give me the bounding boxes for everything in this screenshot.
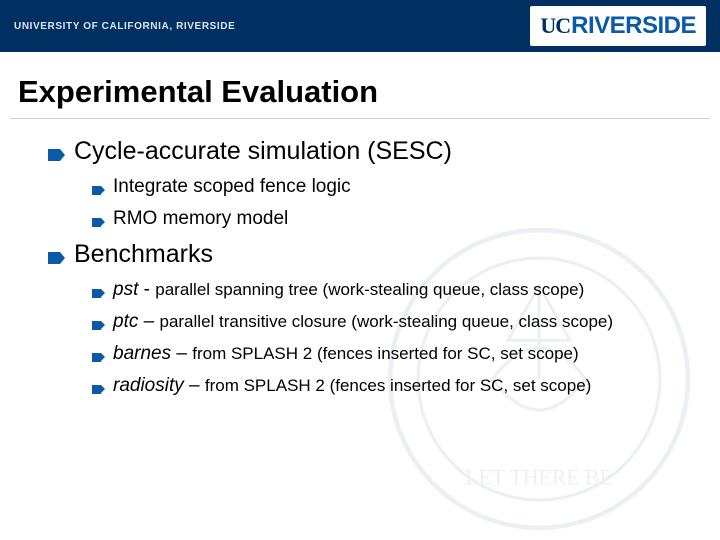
- benchmark-line: ptc – parallel transitive closure (work-…: [113, 311, 613, 333]
- university-name-left: UNIVERSITY OF CALIFORNIA, RIVERSIDE: [14, 21, 235, 32]
- benchmark-name: pst: [113, 279, 138, 300]
- bullet-lvl2: radiosity – from SPLASH 2 (fences insert…: [92, 375, 692, 397]
- benchmark-line: pst - parallel spanning tree (work-steal…: [113, 279, 584, 301]
- dash: –: [138, 311, 159, 332]
- benchmark-desc: from SPLASH 2 (fences inserted for SC, s…: [192, 344, 578, 363]
- arrow-bullet-icon: [92, 186, 101, 195]
- header-bar: UNIVERSITY OF CALIFORNIA, RIVERSIDE UC R…: [0, 0, 720, 52]
- benchmark-line: radiosity – from SPLASH 2 (fences insert…: [113, 375, 591, 397]
- benchmark-desc: parallel transitive closure (work-steali…: [159, 312, 613, 331]
- dash: –: [171, 343, 192, 364]
- slide: UNIVERSITY OF CALIFORNIA, RIVERSIDE UC R…: [0, 0, 720, 540]
- bullet-lvl2: ptc – parallel transitive closure (work-…: [92, 311, 692, 333]
- content-area: Cycle-accurate simulation (SESC) Integra…: [0, 137, 720, 397]
- bullet-text: Integrate scoped fence logic: [113, 176, 351, 198]
- bullet-text: Cycle-accurate simulation (SESC): [74, 137, 452, 166]
- benchmark-name: radiosity: [113, 375, 184, 396]
- slide-title: Experimental Evaluation: [0, 52, 720, 118]
- bullet-lvl1: Benchmarks: [48, 240, 692, 269]
- arrow-bullet-icon: [92, 353, 101, 362]
- bullet-text: Benchmarks: [74, 240, 213, 269]
- benchmark-desc: from SPLASH 2 (fences inserted for SC, s…: [205, 376, 591, 395]
- arrow-bullet-icon: [48, 149, 60, 161]
- bullet-lvl1: Cycle-accurate simulation (SESC): [48, 137, 692, 166]
- title-divider: [10, 118, 710, 119]
- dash: –: [184, 375, 205, 396]
- benchmark-name: barnes: [113, 343, 171, 364]
- arrow-bullet-icon: [48, 252, 60, 264]
- arrow-bullet-icon: [92, 385, 101, 394]
- bullet-lvl2: RMO memory model: [92, 208, 692, 230]
- bullet-lvl2: Integrate scoped fence logic: [92, 176, 692, 198]
- bullet-lvl2: barnes – from SPLASH 2 (fences inserted …: [92, 343, 692, 365]
- arrow-bullet-icon: [92, 321, 101, 330]
- svg-text:LET THERE BE: LET THERE BE: [465, 465, 612, 489]
- dash: -: [138, 279, 155, 300]
- bullet-lvl2: pst - parallel spanning tree (work-steal…: [92, 279, 692, 301]
- bullet-text: RMO memory model: [113, 208, 288, 230]
- ucr-logo: UC RIVERSIDE: [530, 6, 706, 46]
- benchmark-desc: parallel spanning tree (work-stealing qu…: [155, 280, 584, 299]
- arrow-bullet-icon: [92, 218, 101, 227]
- logo-uc-text: UC: [540, 13, 570, 39]
- arrow-bullet-icon: [92, 289, 101, 298]
- logo-riverside-text: RIVERSIDE: [571, 12, 696, 40]
- benchmark-line: barnes – from SPLASH 2 (fences inserted …: [113, 343, 579, 365]
- benchmark-name: ptc: [113, 311, 138, 332]
